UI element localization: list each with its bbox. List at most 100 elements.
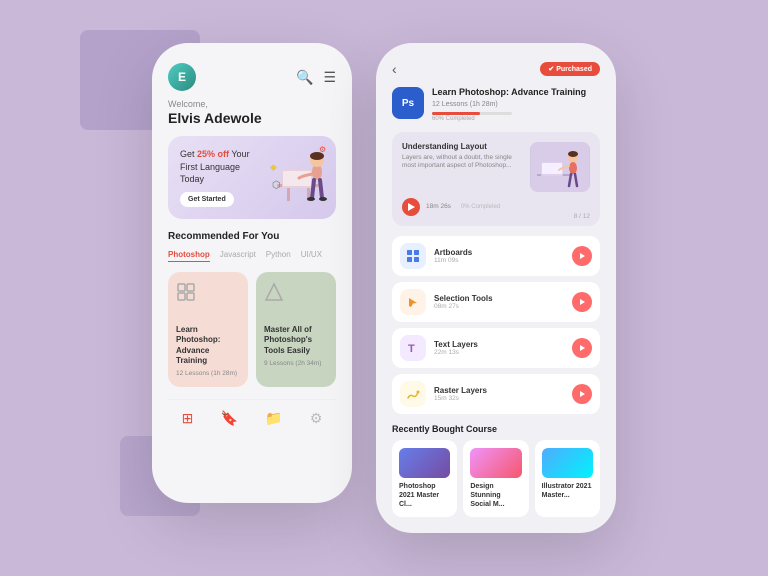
phone-1: E 🔍 ☰ Welcome, Elvis Adewole Get 25% off… — [152, 43, 352, 503]
tab-uiux[interactable]: UI/UX — [301, 250, 322, 262]
purchased-badge: ✔ Purchased — [540, 62, 600, 76]
lesson-time-selection: 08m 27s — [434, 303, 564, 310]
recently-bought-cards: Photoshop 2021 Master Cl... Design Stunn… — [392, 440, 600, 517]
lesson-name-text: Text Layers 22m 13s — [434, 340, 564, 356]
banner-illustration: ⬡ ⚙ ◆ — [267, 140, 332, 212]
lesson-name-raster: Raster Layers 15m 32s — [434, 386, 564, 402]
play-triangle-icon — [408, 203, 415, 211]
card1-title: Learn Photoshop: Advance Training — [176, 325, 240, 367]
nav-bookmark-icon[interactable]: 🔖 — [221, 410, 238, 427]
welcome-label: Welcome, — [168, 99, 336, 109]
svg-text:T: T — [408, 343, 415, 355]
course-meta-text: 12 Lessons (1h 28m) — [432, 101, 600, 108]
recent-card-2-title: Design Stunning Social M... — [470, 482, 521, 509]
video-play-button[interactable] — [402, 198, 420, 216]
tab-python[interactable]: Python — [266, 250, 291, 262]
play-button-raster[interactable] — [572, 384, 592, 404]
banner-highlight: 25% off — [197, 149, 229, 159]
svg-text:◆: ◆ — [270, 162, 277, 172]
tab-photoshop[interactable]: Photoshop — [168, 250, 210, 262]
promo-banner: Get 25% off YourFirst LanguageToday Get … — [168, 136, 336, 219]
video-bottom: 18m 26s 0% Completed — [402, 198, 590, 216]
selection-tools-icon — [400, 289, 426, 315]
lesson-title-selection: Selection Tools — [434, 294, 564, 303]
video-lesson-title: Understanding Layout — [402, 142, 522, 151]
ps-icon: Ps — [392, 87, 424, 119]
play-button-selection[interactable] — [572, 292, 592, 312]
course-info: Ps Learn Photoshop: Advance Training 12 … — [392, 87, 600, 122]
lesson-time-text: 22m 13s — [434, 349, 564, 356]
video-thumbnail — [530, 142, 590, 192]
menu-icon[interactable]: ☰ — [323, 69, 336, 86]
play-tri-icon — [580, 391, 585, 397]
phone2-header: ‹ ✔ Purchased — [392, 61, 600, 77]
nav-folder-icon[interactable]: 📁 — [265, 410, 282, 427]
course-card-1[interactable]: Learn Photoshop: Advance Training 12 Les… — [168, 272, 248, 388]
video-text-area: Understanding Layout Layers are, without… — [402, 142, 522, 192]
play-button-artboards[interactable] — [572, 246, 592, 266]
video-preview: Understanding Layout Layers are, without… — [392, 132, 600, 226]
lesson-list: Artboards 11m 09s Selection Tools 08m 27… — [392, 236, 600, 414]
play-tri-icon — [580, 253, 585, 259]
card1-lessons: 12 Lessons (1h 28m) — [176, 370, 240, 377]
recent-card-1-title: Photoshop 2021 Master Cl... — [399, 482, 450, 509]
lesson-name-artboards: Artboards 11m 09s — [434, 248, 564, 264]
text-layers-icon: T — [400, 335, 426, 361]
list-item: Artboards 11m 09s — [392, 236, 600, 276]
card2-title: Master All of Photoshop's Tools Easily — [264, 325, 328, 356]
recent-card-3-title: Illustrator 2021 Master... — [542, 482, 593, 500]
avatar: E — [168, 63, 196, 91]
lesson-time-artboards: 11m 09s — [434, 257, 564, 264]
user-name: Elvis Adewole — [168, 110, 336, 126]
lesson-counter: 8 / 12 — [574, 213, 590, 220]
list-item: Selection Tools 08m 27s — [392, 282, 600, 322]
video-lesson-desc: Layers are, without a doubt, the single … — [402, 154, 522, 171]
progress-fill — [432, 112, 480, 115]
play-tri-icon — [580, 345, 585, 351]
recent-card-3-img — [542, 448, 593, 478]
recent-card-1[interactable]: Photoshop 2021 Master Cl... — [392, 440, 457, 517]
recent-card-2[interactable]: Design Stunning Social M... — [463, 440, 528, 517]
course-cards: Learn Photoshop: Advance Training 12 Les… — [168, 272, 336, 388]
card1-icon — [176, 282, 240, 307]
banner-line1: Get — [180, 149, 197, 159]
lesson-time-raster: 15m 32s — [434, 395, 564, 402]
bottom-nav: ⊞ 🔖 📁 ⚙ — [168, 399, 336, 427]
phone-2: ‹ ✔ Purchased Ps Learn Photoshop: Advanc… — [376, 43, 616, 533]
play-button-text[interactable] — [572, 338, 592, 358]
card2-lessons: 9 Lessons (2h 34m) — [264, 360, 328, 367]
artboards-icon — [400, 243, 426, 269]
progress-bar — [432, 112, 512, 115]
list-item: T Text Layers 22m 13s — [392, 328, 600, 368]
search-icon[interactable]: 🔍 — [296, 69, 313, 86]
svg-text:⬡: ⬡ — [272, 180, 281, 191]
lesson-title-text: Text Layers — [434, 340, 564, 349]
lesson-title-artboards: Artboards — [434, 248, 564, 257]
raster-layers-icon — [400, 381, 426, 407]
tab-javascript[interactable]: Javascript — [220, 250, 256, 262]
video-progress-text: 0% Completed — [461, 204, 500, 210]
lesson-title-raster: Raster Layers — [434, 386, 564, 395]
nav-home-icon[interactable]: ⊞ — [182, 410, 194, 427]
progress-text: 60% Completed — [432, 116, 600, 122]
recommended-section-title: Recommended For You — [168, 231, 336, 242]
list-item: Raster Layers 15m 32s — [392, 374, 600, 414]
course-title: Learn Photoshop: Advance Training — [432, 87, 600, 99]
back-button[interactable]: ‹ — [392, 61, 397, 77]
course-card-2[interactable]: Master All of Photoshop's Tools Easily 9… — [256, 272, 336, 388]
recently-bought-title: Recently Bought Course — [392, 424, 600, 434]
recent-card-3[interactable]: Illustrator 2021 Master... — [535, 440, 600, 517]
lesson-name-selection: Selection Tools 08m 27s — [434, 294, 564, 310]
recent-card-2-img — [470, 448, 521, 478]
recent-card-1-img — [399, 448, 450, 478]
category-tabs: Photoshop Javascript Python UI/UX — [168, 250, 336, 262]
video-duration: 18m 26s — [426, 203, 451, 210]
svg-text:⚙: ⚙ — [319, 145, 326, 154]
get-started-button[interactable]: Get Started — [180, 192, 234, 207]
video-content: Understanding Layout Layers are, without… — [402, 142, 590, 192]
phone1-header: E 🔍 ☰ — [168, 63, 336, 91]
phones-container: E 🔍 ☰ Welcome, Elvis Adewole Get 25% off… — [152, 43, 616, 533]
nav-settings-icon[interactable]: ⚙ — [310, 410, 323, 427]
course-meta: Learn Photoshop: Advance Training 12 Les… — [432, 87, 600, 122]
header-icons: 🔍 ☰ — [296, 69, 336, 86]
